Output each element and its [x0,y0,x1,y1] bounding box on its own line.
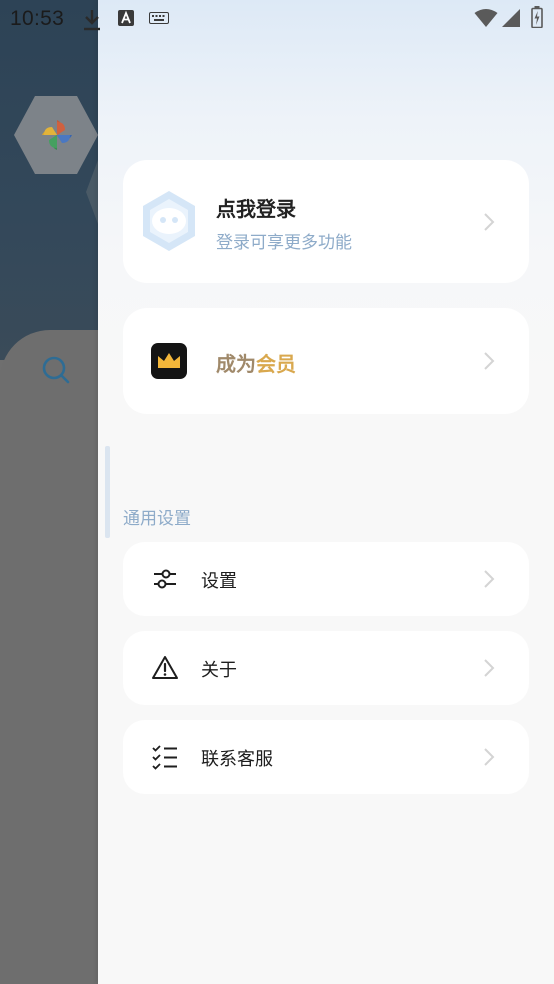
chevron-right-icon [484,570,495,588]
wifi-icon [474,9,498,27]
side-drawer: 点我登录 登录可享更多功能 成为会员 通用设置 设置 关于 联系客服 [98,0,554,984]
menu-item-label: 设置 [201,571,237,592]
login-card[interactable]: 点我登录 登录可享更多功能 [123,160,529,283]
menu-item-label: 联系客服 [201,749,273,770]
vip-label-part2: 会员 [256,352,296,376]
vip-label: 成为会员 [216,348,296,377]
vip-badge [151,343,187,379]
login-title: 点我登录 [216,197,296,221]
login-subtitle: 登录可享更多功能 [216,233,352,253]
keyboard-a-icon [118,10,134,26]
avatar-icon [143,191,195,251]
vip-card[interactable]: 成为会员 [123,308,529,414]
section-title: 通用设置 [123,509,191,529]
keyboard-icon [149,12,169,24]
search-icon [42,356,70,384]
battery-icon [531,6,543,28]
chevron-right-icon [484,659,495,677]
chevron-right-icon [484,352,495,370]
status-bar: 10:53 [0,0,554,38]
menu-item-contact-support[interactable]: 联系客服 [123,720,529,794]
menu-item-about[interactable]: 关于 [123,631,529,705]
menu-item-settings[interactable]: 设置 [123,542,529,616]
section-accent-bar [105,446,110,538]
warning-icon [152,656,178,679]
signal-icon [502,9,520,27]
crown-icon [158,353,180,368]
status-time: 10:53 [10,7,65,30]
menu-item-label: 关于 [201,660,237,681]
download-icon [84,10,100,31]
chevron-right-icon [484,748,495,766]
checklist-icon [152,745,177,770]
chevron-right-icon [484,213,495,231]
sliders-icon [154,569,176,589]
vip-label-part1: 成为 [216,352,256,376]
pinwheel-logo [42,120,72,150]
